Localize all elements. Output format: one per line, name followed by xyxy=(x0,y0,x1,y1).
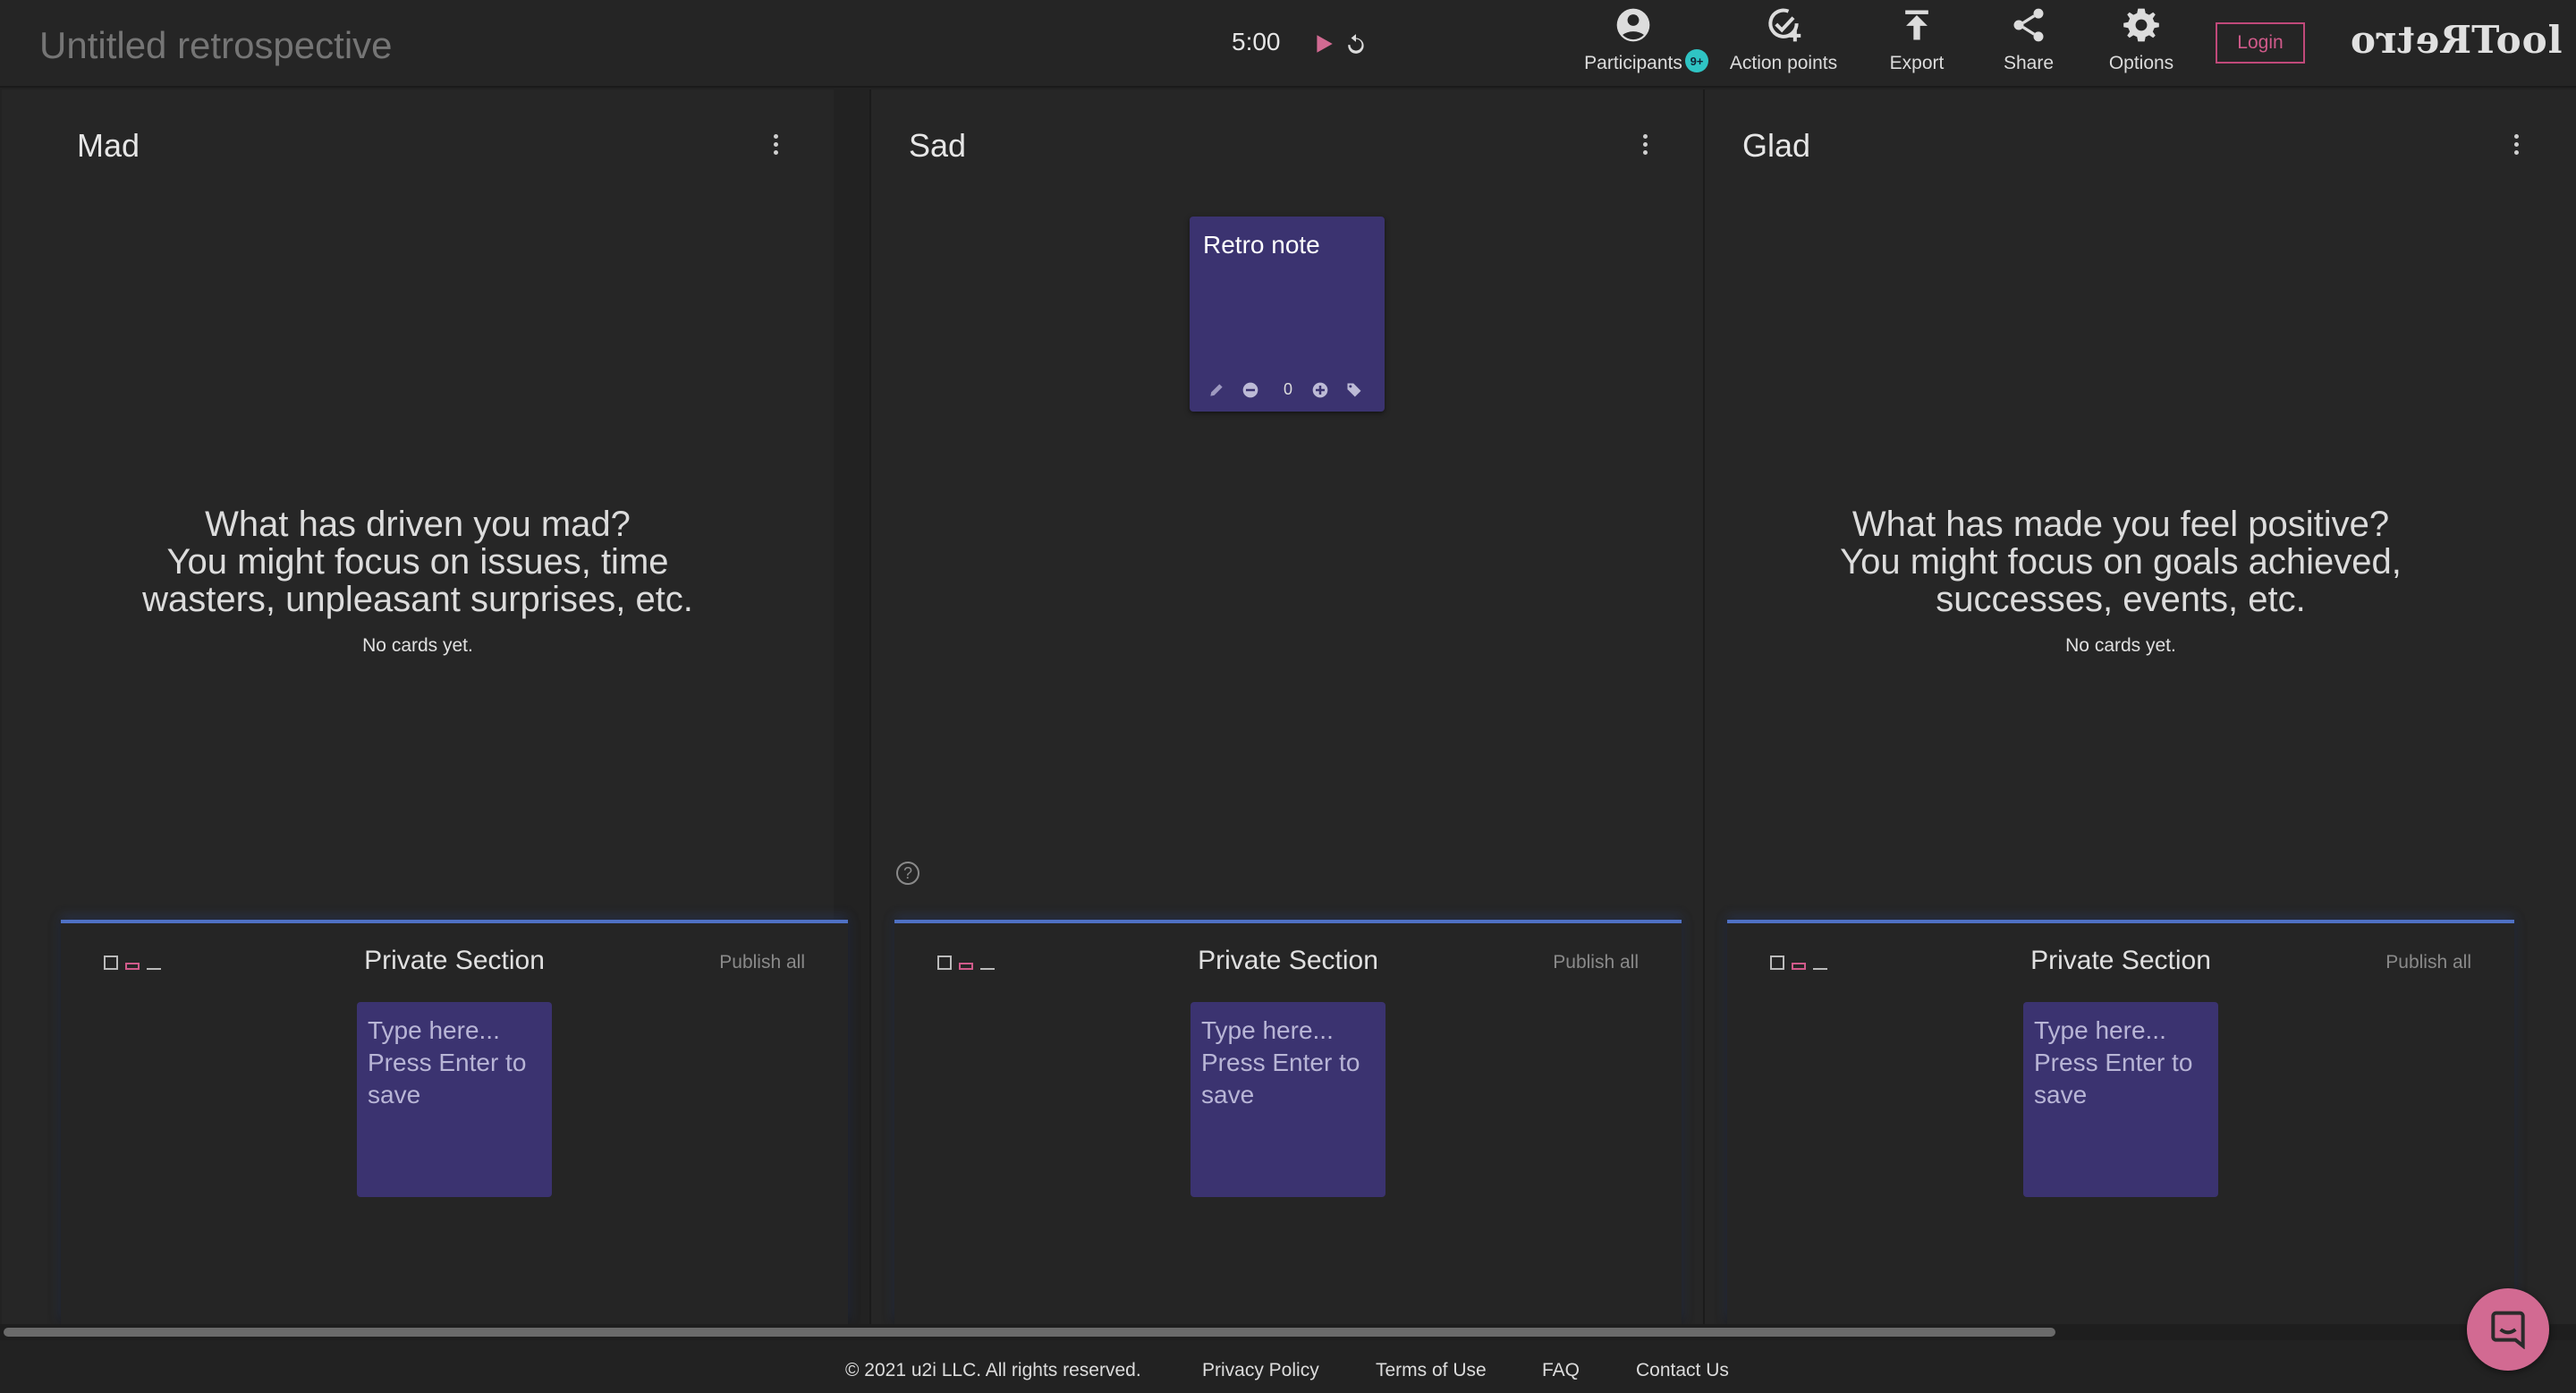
empty-state-text: No cards yet. xyxy=(362,635,473,656)
horizontal-scrollbar-thumb[interactable] xyxy=(4,1328,2055,1337)
prompt-line: wasters, unpleasant surprises, etc. xyxy=(142,580,693,619)
chat-launcher-button[interactable] xyxy=(2467,1288,2549,1371)
note-actions: 0 xyxy=(1190,379,1385,403)
retrospective-title-input[interactable] xyxy=(38,18,667,73)
help-icon[interactable]: ? xyxy=(896,862,919,885)
export-button[interactable]: Export xyxy=(1881,0,1953,86)
share-icon xyxy=(2013,8,2044,42)
participants-label: Participants xyxy=(1584,53,1682,73)
share-button[interactable]: Share xyxy=(1993,0,2064,86)
prompt-line: What has made you feel positive? xyxy=(1852,505,2390,544)
logo-suffix-text: Tool xyxy=(2471,18,2563,62)
footer-link-terms[interactable]: Terms of Use xyxy=(1376,1360,1487,1381)
upvote-icon[interactable] xyxy=(1311,381,1329,399)
empty-state-text: No cards yet. xyxy=(2065,635,2176,656)
options-label: Options xyxy=(2108,53,2174,73)
publish-all-button[interactable]: Publish all xyxy=(2385,952,2471,973)
draft-note-input[interactable] xyxy=(1201,1015,1375,1185)
action-points-button[interactable]: Action points xyxy=(1723,0,1844,86)
column-title: Mad xyxy=(77,127,140,164)
top-bar: 5:00 Participants 9+ Action points Expor… xyxy=(0,0,2576,88)
column-prompt: What has driven you mad? You might focus… xyxy=(2,505,834,618)
column-mad: Mad What has driven you mad? You might f… xyxy=(2,89,848,1324)
play-icon[interactable] xyxy=(1312,32,1335,55)
column-menu-icon[interactable] xyxy=(2510,134,2522,161)
share-label: Share xyxy=(2003,53,2055,73)
participants-button[interactable]: Participants xyxy=(1580,0,1687,86)
column-title: Glad xyxy=(1742,127,1811,164)
footer-link-privacy[interactable]: Privacy Policy xyxy=(1202,1360,1319,1381)
downvote-icon[interactable] xyxy=(1241,381,1259,399)
login-button[interactable]: Login xyxy=(2216,22,2305,64)
private-section: Private Section Publish all xyxy=(1727,920,2514,1324)
account-circle-icon xyxy=(1616,8,1650,42)
footer-link-faq[interactable]: FAQ xyxy=(1542,1360,1580,1381)
participants-count-badge: 9+ xyxy=(1685,49,1708,72)
draft-note-input[interactable] xyxy=(368,1015,541,1185)
gear-icon xyxy=(2123,8,2159,42)
logo-mirrored-text: Retro xyxy=(2350,18,2472,62)
note-text: Retro note xyxy=(1203,231,1320,259)
footer: © 2021 u2i LLC. All rights reserved. Pri… xyxy=(0,1340,2576,1393)
vote-count: 0 xyxy=(1284,380,1293,398)
private-section: Private Section Publish all xyxy=(894,920,1682,1324)
publish-all-button[interactable]: Publish all xyxy=(1553,952,1639,973)
draft-note-input[interactable] xyxy=(2034,1015,2207,1185)
private-section: Private Section Publish all xyxy=(61,920,848,1324)
action-points-label: Action points xyxy=(1729,53,1838,73)
column-menu-icon[interactable] xyxy=(769,134,782,161)
tag-icon[interactable] xyxy=(1345,381,1363,399)
copyright-text: © 2021 u2i LLC. All rights reserved. xyxy=(845,1360,1141,1380)
draft-note xyxy=(357,1002,552,1197)
publish-all-button[interactable]: Publish all xyxy=(719,952,805,973)
prompt-line: What has driven you mad? xyxy=(205,505,631,544)
upload-icon xyxy=(1905,10,1928,40)
draft-note xyxy=(2023,1002,2218,1197)
export-label: Export xyxy=(1889,53,1945,73)
prompt-line: You might focus on issues, time xyxy=(166,542,669,582)
prompt-line: You might focus on goals achieved, xyxy=(1840,542,2402,582)
reset-timer-icon[interactable] xyxy=(1344,30,1368,57)
column-sad: Sad Retro note 0 Private Section Publish… xyxy=(871,89,1703,1324)
timer-display: 5:00 xyxy=(1232,28,1281,55)
column-prompt: What has made you feel positive? You mig… xyxy=(1705,505,2537,618)
chat-icon xyxy=(2491,1311,2525,1349)
edit-icon[interactable] xyxy=(1208,381,1225,399)
check-circle-plus-icon xyxy=(1768,8,1801,42)
draft-note xyxy=(1191,1002,1385,1197)
column-title: Sad xyxy=(909,127,967,164)
prompt-line: successes, events, etc. xyxy=(1936,580,2306,619)
options-button[interactable]: Options xyxy=(2098,0,2184,86)
column-glad: Glad What has made you feel positive? Yo… xyxy=(1705,89,2576,1324)
retrotool-logo[interactable]: RetroTool xyxy=(2350,18,2563,62)
footer-link-contact[interactable]: Contact Us xyxy=(1636,1360,1729,1381)
column-menu-icon[interactable] xyxy=(1639,134,1651,161)
retro-note-card[interactable]: Retro note 0 xyxy=(1190,217,1385,412)
